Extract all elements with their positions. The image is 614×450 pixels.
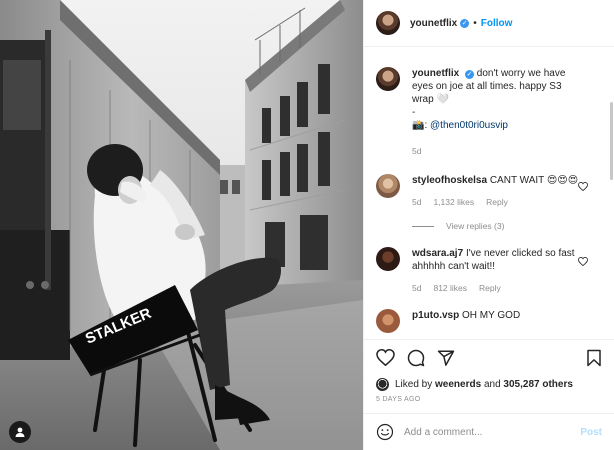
comment-body: CANT WAIT 😍😍😍: [489, 175, 579, 186]
comment-likes[interactable]: 812 likes: [433, 283, 467, 293]
caption-meta: 5d: [412, 146, 584, 156]
comment-body: OH MY GOD: [462, 310, 521, 321]
comment-text: wdsara.aj7 I've never clicked so fast ah…: [412, 247, 584, 273]
comment-meta: 5d 812 likes Reply: [412, 283, 584, 293]
share-icon: [437, 350, 455, 366]
bookmark-icon: [587, 349, 601, 366]
comment-button[interactable]: [407, 349, 425, 367]
caption-mention[interactable]: @then0t0ri0usvip: [430, 120, 508, 131]
comment-reply-button[interactable]: Reply: [486, 197, 508, 207]
likes-middle: and: [481, 378, 504, 390]
share-button[interactable]: [437, 349, 455, 367]
post-timestamp[interactable]: 5 DAYS AGO: [364, 393, 614, 413]
comment-like-icon[interactable]: [578, 257, 588, 266]
post-header: younetflix ✓ • Follow: [364, 0, 614, 47]
commenter-avatar[interactable]: [376, 174, 400, 198]
comment-text: styleofhoskelsa CANT WAIT 😍😍😍: [412, 174, 584, 187]
commenter-avatar[interactable]: [376, 247, 400, 271]
replies-line: [412, 225, 434, 227]
comments-scrollbar[interactable]: [610, 102, 613, 180]
comment-username[interactable]: styleofhoskelsa: [412, 175, 487, 186]
user-tag-button[interactable]: [9, 421, 31, 443]
author-avatar[interactable]: [376, 11, 400, 35]
caption-credit: 📸:: [412, 120, 431, 131]
instagram-post: STALKER younetflix ✓ • Follow younetflix…: [0, 0, 614, 450]
caption-text: younetflix ✓ don't worry we have eyes on…: [412, 67, 584, 132]
commenter-avatar[interactable]: [376, 309, 400, 333]
comment-item: p1uto.vsp OH MY GOD: [376, 293, 602, 333]
comment-likes[interactable]: 1,132 likes: [433, 197, 474, 207]
user-tag-icon: [15, 427, 25, 437]
comment-username[interactable]: wdsara.aj7: [412, 248, 463, 259]
comment-age[interactable]: 5d: [412, 197, 421, 207]
comment-text: p1uto.vsp OH MY GOD: [412, 309, 584, 322]
comment-icon: [407, 349, 425, 366]
post-side-panel: younetflix ✓ • Follow younetflix ✓ don't…: [363, 0, 614, 450]
post-comment-button[interactable]: Post: [580, 427, 602, 438]
likes-prefix: Liked by: [395, 378, 436, 390]
verified-badge-icon: ✓: [465, 70, 475, 79]
author-username[interactable]: younetflix: [410, 18, 457, 29]
comment-username[interactable]: p1uto.vsp: [412, 310, 459, 321]
liker-username[interactable]: weenerds: [435, 379, 481, 390]
comment-age[interactable]: 5d: [412, 283, 421, 293]
view-replies-label: View replies (3): [446, 221, 505, 231]
likes-text: Liked by weenerds and 305,287 others: [395, 379, 573, 390]
comment-item: styleofhoskelsa CANT WAIT 😍😍😍 5d 1,132 l…: [376, 156, 602, 207]
view-replies-button[interactable]: View replies (3): [412, 221, 602, 231]
caption-dash: -: [412, 107, 416, 118]
emoji-button[interactable]: [376, 423, 394, 441]
separator-dot: •: [473, 17, 477, 29]
comment-item: wdsara.aj7 I've never clicked so fast ah…: [376, 231, 602, 293]
photo-scene: STALKER: [0, 0, 363, 450]
comment-input[interactable]: [404, 426, 581, 438]
caption-username[interactable]: younetflix: [412, 68, 459, 79]
caption-avatar[interactable]: [376, 67, 400, 91]
comment-like-icon[interactable]: [578, 182, 588, 191]
comments-list[interactable]: younetflix ✓ don't worry we have eyes on…: [364, 47, 614, 339]
verified-badge-icon: ✓: [460, 18, 470, 28]
heart-icon: [376, 349, 395, 366]
action-bar: [364, 339, 614, 375]
like-button[interactable]: [376, 349, 395, 366]
post-photo[interactable]: STALKER: [0, 0, 363, 450]
comment-meta: 5d 1,132 likes Reply: [412, 197, 584, 207]
likes-count[interactable]: 305,287 others: [503, 379, 573, 390]
likes-summary: Liked by weenerds and 305,287 others: [364, 375, 614, 393]
caption-age[interactable]: 5d: [412, 146, 421, 156]
smile-icon: [376, 423, 394, 441]
caption: younetflix ✓ don't worry we have eyes on…: [376, 47, 602, 156]
follow-button[interactable]: Follow: [481, 18, 513, 29]
comment-reply-button[interactable]: Reply: [479, 283, 501, 293]
save-button[interactable]: [586, 349, 602, 367]
liker-avatar[interactable]: [376, 377, 389, 391]
add-comment-bar: Post: [364, 413, 614, 450]
